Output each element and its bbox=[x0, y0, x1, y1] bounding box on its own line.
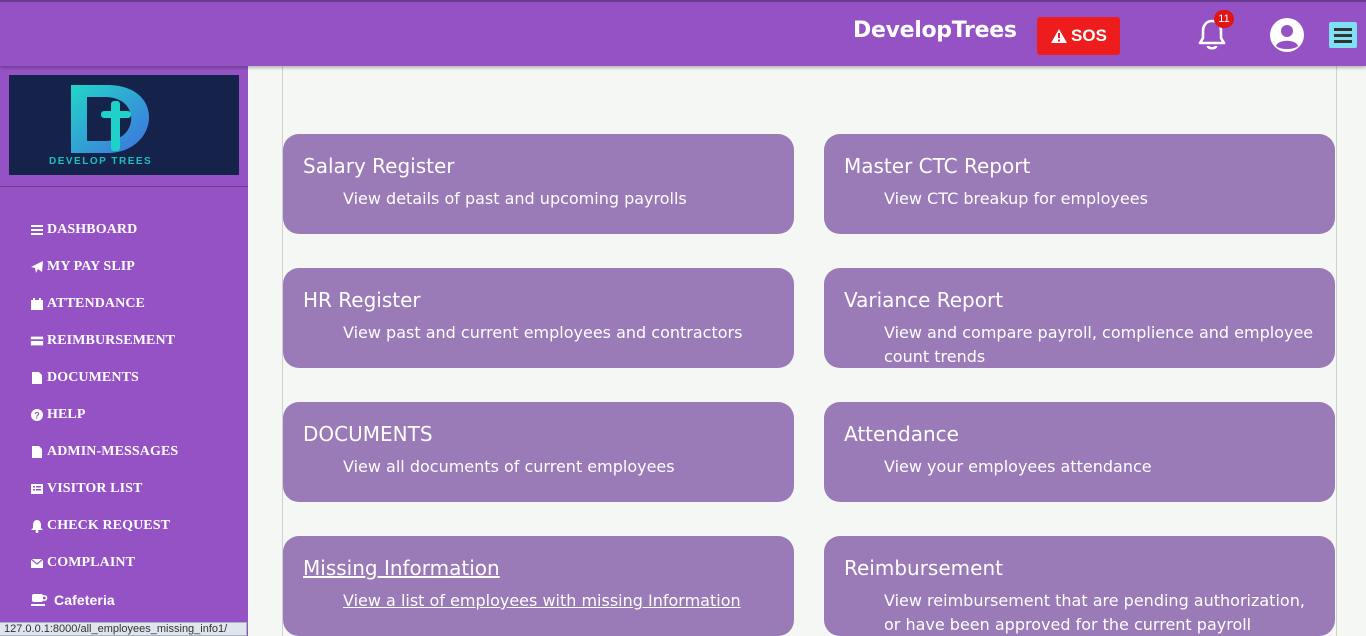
sidebar-item-label: VISITOR LIST bbox=[47, 480, 143, 496]
bell-icon bbox=[31, 519, 43, 533]
card-description: View CTC breakup for employees bbox=[884, 189, 1148, 208]
sidebar-item-label: REIMBURSEMENT bbox=[47, 332, 176, 348]
card-variance-report[interactable]: Variance Report View and compare payroll… bbox=[824, 268, 1335, 368]
user-avatar-icon[interactable] bbox=[1269, 17, 1305, 53]
sidebar-item-label: DOCUMENTS bbox=[47, 369, 139, 385]
card-description[interactable]: View a list of employees with missing In… bbox=[343, 589, 778, 613]
card-missing-information[interactable]: Missing Information View a list of emplo… bbox=[283, 536, 794, 636]
sos-label: SOS bbox=[1071, 26, 1107, 45]
card-title: Salary Register bbox=[303, 154, 455, 178]
sidebar-menu: DASHBOARD MY PAY SLIP ATTENDANCE REIMBUR… bbox=[30, 211, 178, 618]
card-title: Reimbursement bbox=[844, 556, 1003, 580]
sos-button[interactable]: SOS bbox=[1037, 17, 1120, 55]
card-title[interactable]: Missing Information bbox=[303, 556, 500, 580]
card-title: HR Register bbox=[303, 288, 421, 312]
envelope-icon bbox=[30, 558, 44, 568]
sidebar-item-label: ADMIN-MESSAGES bbox=[47, 443, 179, 459]
sidebar-item-attendance[interactable]: ATTENDANCE bbox=[30, 285, 178, 322]
logo-text: DEVELOP TREES bbox=[49, 156, 152, 167]
sidebar-item-label: CHECK REQUEST bbox=[47, 517, 171, 533]
company-logo[interactable]: DEVELOP TREES bbox=[9, 75, 239, 175]
warning-icon bbox=[1051, 29, 1068, 43]
divider bbox=[0, 186, 248, 187]
question-circle-icon: ? bbox=[31, 408, 43, 421]
card-title: Variance Report bbox=[844, 288, 1004, 312]
card-description: View details of past and upcoming payrol… bbox=[343, 189, 687, 208]
sidebar-item-visitor-list[interactable]: VISITOR LIST bbox=[30, 470, 178, 507]
calendar-icon bbox=[31, 297, 43, 310]
sidebar-item-complaint[interactable]: COMPLAINT bbox=[30, 544, 178, 581]
sidebar-item-dashboard[interactable]: DASHBOARD bbox=[30, 211, 178, 248]
list-icon bbox=[31, 483, 43, 494]
file-icon bbox=[32, 445, 42, 458]
sidebar-item-help[interactable]: ? HELP bbox=[30, 396, 178, 433]
card-description: View your employees attendance bbox=[884, 457, 1152, 476]
hamburger-menu-button[interactable] bbox=[1329, 22, 1357, 48]
notification-badge: 11 bbox=[1214, 10, 1234, 28]
sidebar-item-label: ATTENDANCE bbox=[47, 295, 145, 311]
sidebar-item-label: DASHBOARD bbox=[47, 221, 138, 237]
svg-text:?: ? bbox=[34, 410, 40, 420]
logo-graphic: DEVELOP TREES bbox=[49, 85, 152, 167]
sidebar-item-label: Cafeteria bbox=[54, 591, 115, 608]
card-title: DOCUMENTS bbox=[303, 422, 433, 446]
sidebar-item-label: HELP bbox=[47, 406, 86, 422]
sidebar-item-cafeteria[interactable]: Cafeteria bbox=[30, 581, 178, 618]
card-title: Attendance bbox=[844, 422, 959, 446]
credit-card-icon bbox=[30, 336, 44, 345]
paper-plane-icon bbox=[31, 260, 43, 273]
card-description: View past and current employees and cont… bbox=[343, 323, 743, 342]
card-attendance[interactable]: Attendance View your employees attendanc… bbox=[824, 402, 1335, 502]
bars-icon bbox=[31, 224, 43, 235]
file-icon bbox=[32, 371, 42, 384]
brand-title[interactable]: DevelopTrees bbox=[853, 18, 1017, 43]
card-documents[interactable]: DOCUMENTS View all documents of current … bbox=[283, 402, 794, 502]
card-title: Master CTC Report bbox=[844, 154, 1031, 178]
sidebar-item-label: COMPLAINT bbox=[47, 554, 136, 570]
sidebar-item-check-request[interactable]: CHECK REQUEST bbox=[30, 507, 178, 544]
top-navbar: DevelopTrees SOS 11 bbox=[0, 0, 1366, 66]
coffee-icon bbox=[31, 594, 48, 606]
sidebar-item-label: MY PAY SLIP bbox=[47, 258, 135, 274]
card-salary-register[interactable]: Salary Register View details of past and… bbox=[283, 134, 794, 234]
card-hr-register[interactable]: HR Register View past and current employ… bbox=[283, 268, 794, 368]
card-description: View and compare payroll, complience and… bbox=[884, 323, 1314, 366]
sidebar-item-reimbursement[interactable]: REIMBURSEMENT bbox=[30, 322, 178, 359]
sidebar: DEVELOP TREES DASHBOARD MY PAY SLIP ATTE… bbox=[0, 66, 248, 636]
sidebar-item-my-pay-slip[interactable]: MY PAY SLIP bbox=[30, 248, 178, 285]
card-master-ctc-report[interactable]: Master CTC Report View CTC breakup for e… bbox=[824, 134, 1335, 234]
card-description: View all documents of current employees bbox=[343, 457, 675, 476]
card-description: View reimbursement that are pending auth… bbox=[884, 591, 1305, 634]
card-reimbursement[interactable]: Reimbursement View reimbursement that ar… bbox=[824, 536, 1335, 636]
browser-status-url: 127.0.0.1:8000/all_employees_missing_inf… bbox=[0, 622, 247, 636]
sidebar-item-documents[interactable]: DOCUMENTS bbox=[30, 359, 178, 396]
sidebar-item-admin-messages[interactable]: ADMIN-MESSAGES bbox=[30, 433, 178, 470]
